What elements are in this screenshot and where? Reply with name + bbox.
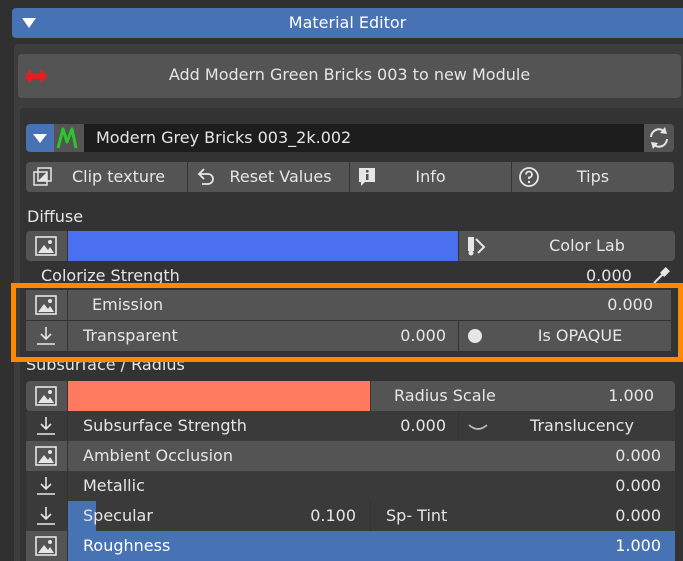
subsurface-color-swatch[interactable] (68, 381, 370, 411)
panel-title: Material Editor (288, 13, 407, 32)
material-name-field[interactable]: Modern Grey Bricks 003_2k.002 (84, 124, 644, 152)
diffuse-row: Color Lab (26, 231, 675, 261)
diffuse-color-swatch[interactable] (68, 231, 458, 261)
subsurface-download-icon[interactable] (26, 411, 67, 441)
roughness-image-icon[interactable] (26, 531, 67, 561)
ao-value: 0.000 (615, 446, 661, 465)
specular-field[interactable]: Specular 0.100 (68, 501, 370, 531)
translucency-toggle[interactable]: Translucency (459, 411, 675, 441)
metallic-label: Metallic (83, 476, 145, 495)
clip-texture-label: Clip texture (71, 167, 166, 186)
subsurface-label-clip: Subsurface / Radius (26, 362, 226, 376)
subsurface-strength-value: 0.000 (400, 416, 446, 435)
diffuse-image-icon[interactable] (26, 231, 67, 261)
add-to-module-label: Add Modern Green Bricks 003 to new Modul… (168, 65, 531, 84)
radius-scale-field[interactable]: Radius Scale 1.000 (371, 381, 675, 411)
specular-download-icon[interactable] (26, 501, 67, 531)
metallic-field[interactable]: Metallic 0.000 (68, 471, 675, 501)
subsurface-strength-row: Subsurface Strength 0.000 Translucency (26, 411, 675, 441)
color-lab-button[interactable]: Color Lab (459, 231, 675, 261)
roughness-label: Roughness (83, 536, 171, 555)
specular-row: Specular 0.100 Sp- Tint 0.000 (26, 501, 675, 531)
roughness-value: 1.000 (615, 536, 661, 555)
subsurface-image-icon[interactable] (26, 381, 67, 411)
clip-texture-button[interactable]: Clip texture (26, 162, 187, 192)
specular-tint-label: Sp- Tint (386, 506, 448, 525)
ao-label: Ambient Occlusion (83, 446, 233, 465)
tips-label: Tips (576, 167, 610, 186)
material-dropdown-button[interactable] (26, 124, 54, 152)
specular-value: 0.100 (310, 506, 356, 525)
radius-scale-value: 1.000 (608, 386, 654, 405)
metallic-row: Metallic 0.000 (26, 471, 675, 501)
ao-field[interactable]: Ambient Occlusion 0.000 (68, 441, 675, 471)
reset-values-button[interactable]: Reset Values (188, 162, 349, 192)
specular-tint-field[interactable]: Sp- Tint 0.000 (371, 501, 675, 531)
subsurface-section-label: Subsurface / Radius (26, 362, 185, 374)
info-button[interactable]: Info (350, 162, 511, 192)
subsurface-strength-field[interactable]: Subsurface Strength 0.000 (68, 411, 458, 441)
subsurface-color-row: Radius Scale 1.000 (26, 381, 675, 411)
info-label: Info (415, 167, 446, 186)
diffuse-section-label: Diffuse (27, 207, 84, 226)
metallic-download-icon[interactable] (26, 471, 67, 501)
radius-scale-label: Radius Scale (394, 386, 496, 405)
specular-tint-value: 0.000 (615, 506, 661, 525)
ao-row: Ambient Occlusion 0.000 (26, 441, 675, 471)
material-m-icon (54, 124, 84, 152)
color-lab-label: Color Lab (549, 236, 625, 255)
specular-label: Specular (83, 506, 153, 525)
add-to-module-button[interactable]: Add Modern Green Bricks 003 to new Modul… (18, 54, 681, 98)
roughness-field[interactable]: Roughness 1.000 (68, 531, 675, 561)
translucency-label: Translucency (530, 416, 634, 435)
refresh-icon[interactable] (644, 124, 674, 152)
roughness-row: Roughness 1.000 (26, 531, 675, 561)
tips-button[interactable]: Tips (512, 162, 674, 192)
ao-image-icon[interactable] (26, 441, 67, 471)
material-editor-header[interactable]: Material Editor (12, 8, 683, 38)
highlight-box (11, 283, 683, 362)
subsurface-strength-label: Subsurface Strength (83, 416, 247, 435)
reset-values-label: Reset Values (229, 167, 332, 186)
metallic-value: 0.000 (615, 476, 661, 495)
